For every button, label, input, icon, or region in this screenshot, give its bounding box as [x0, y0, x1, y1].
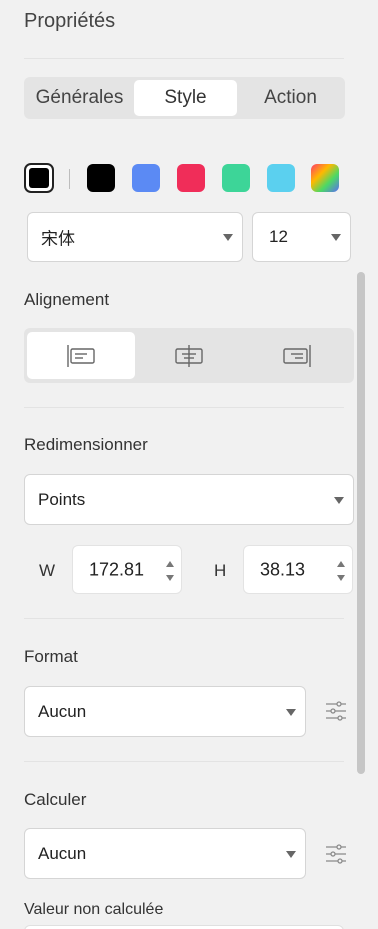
format-settings-icon[interactable] — [325, 700, 347, 722]
chevron-down-icon — [286, 850, 296, 858]
current-color-swatch[interactable] — [24, 163, 54, 193]
width-value: 172.81 — [89, 559, 145, 579]
uncalculated-value-input[interactable] — [24, 925, 344, 929]
divider — [24, 58, 344, 59]
decrement-icon[interactable] — [166, 575, 174, 581]
align-right-button[interactable] — [243, 332, 351, 379]
height-input[interactable]: 38.13 — [243, 545, 353, 594]
height-value: 38.13 — [260, 559, 306, 579]
align-left-icon — [67, 344, 95, 367]
font-family-value: 宋体 — [41, 229, 75, 249]
align-left-button[interactable] — [27, 332, 135, 379]
swatch-blue[interactable] — [132, 164, 160, 192]
increment-icon[interactable] — [337, 561, 345, 567]
swatch-red[interactable] — [177, 164, 205, 192]
font-family-select[interactable]: 宋体 — [27, 212, 243, 262]
tab-generales[interactable]: Générales — [27, 80, 132, 116]
calculate-settings-icon[interactable] — [325, 843, 347, 865]
swatch-separator — [69, 169, 70, 189]
align-right-icon — [283, 344, 311, 367]
uncalculated-value-label: Valeur non calculée — [24, 901, 164, 918]
resize-unit-select[interactable]: Points — [24, 474, 354, 525]
divider — [24, 761, 344, 762]
calculate-select[interactable]: Aucun — [24, 828, 306, 879]
chevron-down-icon — [331, 234, 341, 241]
calculate-value: Aucun — [38, 843, 87, 863]
align-center-button[interactable] — [135, 332, 243, 379]
alignment-group — [24, 328, 354, 383]
swatch-multicolor[interactable] — [311, 164, 339, 192]
font-size-select[interactable]: 12 — [252, 212, 351, 262]
swatch-cyan[interactable] — [267, 164, 295, 192]
format-label: Format — [24, 647, 78, 666]
tab-bar: Générales Style Action — [24, 77, 345, 119]
resize-unit-value: Points — [38, 489, 86, 509]
format-value: Aucun — [38, 701, 87, 721]
tab-action[interactable]: Action — [239, 80, 342, 116]
swatch-black[interactable] — [87, 164, 115, 192]
width-label: W — [39, 561, 56, 580]
width-input[interactable]: 172.81 — [72, 545, 182, 594]
alignment-label: Alignement — [24, 290, 110, 309]
decrement-icon[interactable] — [337, 575, 345, 581]
divider — [24, 407, 344, 408]
swatch-green[interactable] — [222, 164, 250, 192]
tab-style[interactable]: Style — [134, 80, 237, 116]
scrollbar-thumb[interactable] — [357, 272, 365, 774]
divider — [24, 618, 344, 619]
chevron-down-icon — [223, 234, 233, 241]
font-size-value: 12 — [269, 227, 288, 246]
increment-icon[interactable] — [166, 561, 174, 567]
align-center-icon — [175, 344, 203, 367]
panel-title: Propriétés — [24, 10, 116, 32]
chevron-down-icon — [286, 708, 296, 716]
calculate-label: Calculer — [24, 790, 87, 809]
resize-label: Redimensionner — [24, 435, 148, 454]
height-label: H — [214, 561, 227, 580]
format-select[interactable]: Aucun — [24, 686, 306, 737]
chevron-down-icon — [334, 496, 344, 504]
